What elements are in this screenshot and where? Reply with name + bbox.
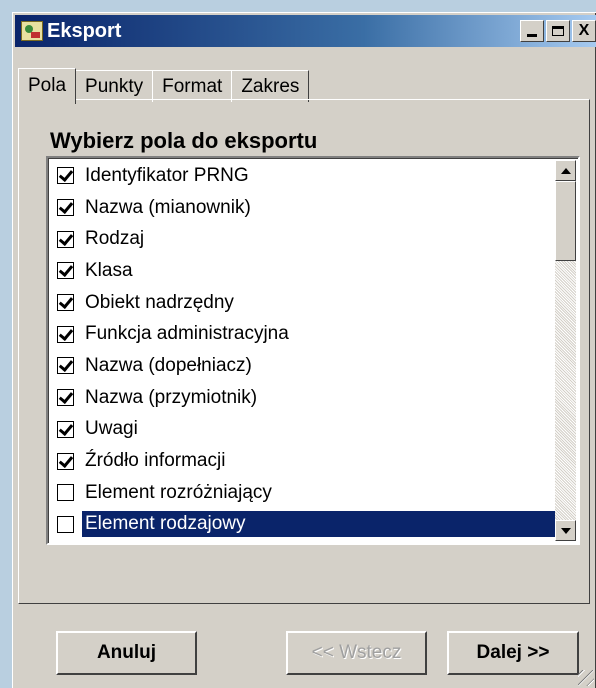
field-checkbox[interactable] (57, 357, 74, 375)
arrow-down-icon (560, 527, 571, 534)
field-checkbox[interactable] (57, 230, 74, 248)
field-label: Uwagi (85, 418, 138, 440)
maximize-button[interactable] (546, 20, 570, 42)
field-checkbox[interactable] (57, 199, 74, 217)
tab-zakres[interactable]: Zakres (231, 70, 310, 102)
vertical-scrollbar[interactable] (555, 160, 576, 541)
list-item[interactable]: Źródło informacji (50, 445, 558, 477)
field-checkbox[interactable] (57, 515, 74, 533)
list-item[interactable]: Rodzaj (50, 223, 558, 255)
list-item[interactable]: Identyfikator PRNG (50, 160, 558, 192)
field-checkbox[interactable] (57, 389, 74, 407)
scroll-thumb[interactable] (555, 181, 576, 261)
cancel-button[interactable]: Anuluj (56, 631, 197, 675)
tab-punkty[interactable]: Punkty (75, 70, 154, 102)
field-label: Rodzaj (85, 228, 145, 250)
field-label: Nazwa (mianownik) (85, 196, 251, 218)
minimize-icon (527, 33, 537, 37)
next-button[interactable]: Dalej >> (447, 631, 579, 675)
field-label: Element rozróżniający (85, 481, 272, 503)
scroll-up-button[interactable] (555, 160, 576, 181)
list-item[interactable]: Funkcja administracyjna (50, 318, 558, 350)
window-controls: X (520, 20, 596, 42)
maximize-icon (552, 26, 564, 36)
field-checkbox[interactable] (57, 325, 74, 343)
field-checkbox[interactable] (57, 420, 74, 438)
fields-listbox[interactable]: Identyfikator PRNG Nazwa (mianownik) Rodza… (46, 156, 580, 545)
field-checkbox[interactable] (57, 294, 74, 312)
field-label: Obiekt nadrzędny (85, 291, 234, 313)
arrow-up-icon (560, 167, 571, 174)
field-label: Klasa (85, 259, 133, 281)
title-bar[interactable]: Eksport X (15, 15, 596, 47)
field-label: Nazwa (przymiotnik) (85, 386, 258, 408)
tab-pola[interactable]: Pola (18, 68, 77, 104)
list-item[interactable]: Nazwa (dopełniacz) (50, 350, 558, 382)
list-item[interactable]: Element rodzajowy (50, 509, 558, 541)
field-checkbox[interactable] (57, 167, 74, 185)
tab-format[interactable]: Format (152, 70, 233, 102)
fields-heading: Wybierz pola do eksportu (50, 128, 318, 153)
app-icon (21, 21, 43, 41)
minimize-button[interactable] (520, 20, 544, 42)
list-item[interactable]: Nazwa (mianownik) (50, 192, 558, 224)
resize-grip[interactable] (578, 670, 594, 686)
field-checkbox[interactable] (57, 452, 74, 470)
field-label: Identyfikator PRNG (85, 164, 249, 186)
field-label: Źródło informacji (85, 450, 226, 472)
close-button[interactable]: X (572, 20, 596, 42)
back-button[interactable]: << Wstecz (286, 631, 427, 675)
field-label: Funkcja administracyjna (85, 323, 289, 345)
list-item[interactable]: Klasa (50, 255, 558, 287)
fields-list: Identyfikator PRNG Nazwa (mianownik) Rodza… (50, 160, 558, 540)
list-item[interactable]: Nazwa (przymiotnik) (50, 382, 558, 414)
tab-strip: Pola Punkty Format Zakres (18, 66, 310, 104)
close-icon: X (578, 22, 590, 39)
list-item[interactable]: Element rozróżniający (50, 477, 558, 509)
field-checkbox[interactable] (57, 262, 74, 280)
field-label: Element rodzajowy (82, 511, 558, 538)
list-item[interactable]: Obiekt nadrzędny (50, 287, 558, 319)
list-item[interactable]: Uwagi (50, 414, 558, 446)
scroll-down-button[interactable] (555, 520, 576, 541)
field-checkbox[interactable] (57, 484, 74, 502)
field-label: Nazwa (dopełniacz) (85, 354, 252, 376)
window-title: Eksport (47, 19, 122, 42)
